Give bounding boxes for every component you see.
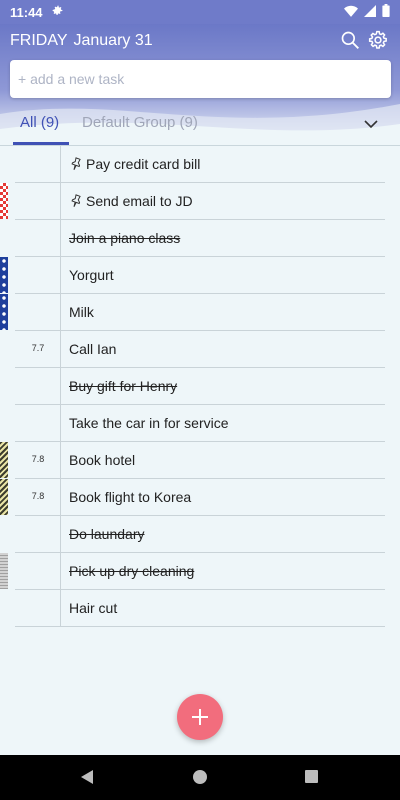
task-number: 7.7 (31, 343, 45, 353)
task-item: Pay credit card bill (69, 156, 200, 174)
column-divider (60, 516, 61, 553)
battery-icon (382, 4, 390, 20)
task-row[interactable]: 7.8 Book flight to Korea (0, 479, 400, 516)
column-divider (60, 590, 61, 627)
task-item: Book flight to Korea (69, 489, 191, 505)
task-label: Pay credit card bill (86, 156, 201, 172)
task-color-marker (0, 183, 8, 219)
task-label: Hair cut (69, 600, 118, 616)
task-row[interactable]: Pay credit card bill (0, 146, 400, 183)
task-label: Book hotel (69, 452, 136, 468)
task-label: Buy gift for Henry (69, 378, 178, 394)
column-divider (60, 146, 61, 183)
column-divider (60, 331, 61, 368)
group-tabs: All (9) Default Group (9) (0, 110, 400, 146)
status-time: 11:44 (10, 4, 43, 20)
recents-icon[interactable] (305, 770, 318, 783)
task-color-marker (0, 257, 8, 293)
system-nav-bar (0, 755, 400, 800)
task-row[interactable]: Hair cut (0, 590, 400, 627)
column-divider (60, 442, 61, 479)
date-label: January 31 (73, 32, 153, 49)
row-separator (15, 626, 385, 627)
signal-icon (364, 4, 376, 20)
task-row[interactable]: Take the car in for service (0, 405, 400, 442)
back-icon[interactable] (80, 769, 94, 790)
task-row[interactable]: 7.8 Book hotel (0, 442, 400, 479)
task-row[interactable]: Pick up dry cleaning (0, 553, 400, 590)
task-item: Call Ian (69, 341, 116, 357)
task-label: Send email to JD (86, 193, 193, 209)
search-icon[interactable] (340, 30, 360, 55)
tab-default-group[interactable]: Default Group (9) (82, 114, 198, 131)
task-item: Do laundary (69, 526, 145, 542)
plus-icon (192, 709, 208, 725)
wifi-icon (344, 5, 358, 20)
task-item: Book hotel (69, 452, 135, 468)
task-number: 7.8 (31, 491, 45, 501)
column-divider (60, 405, 61, 442)
task-list: Pay credit card bill Send email to JD Join… (0, 146, 400, 627)
date-header: FRIDAY January 31 (10, 32, 153, 50)
task-item: Send email to JD (69, 193, 193, 211)
task-item: Hair cut (69, 600, 117, 616)
task-color-marker (0, 479, 8, 515)
column-divider (60, 220, 61, 257)
column-divider (60, 257, 61, 294)
column-divider (60, 294, 61, 331)
task-label: Join a piano class (69, 230, 181, 246)
column-divider (60, 368, 61, 405)
pin-icon[interactable] (69, 157, 82, 174)
task-color-marker (0, 442, 8, 478)
task-item: Milk (69, 304, 94, 320)
task-row[interactable]: Send email to JD (0, 183, 400, 220)
task-label: Pick up dry cleaning (69, 563, 195, 579)
task-color-marker (0, 553, 8, 589)
task-item: Join a piano class (69, 230, 180, 246)
task-color-marker (0, 294, 8, 330)
gear-icon[interactable] (368, 30, 388, 55)
status-bar: 11:44 (0, 0, 400, 24)
task-label: Take the car in for service (69, 415, 229, 431)
task-item: Pick up dry cleaning (69, 563, 194, 579)
task-row[interactable]: Join a piano class (0, 220, 400, 257)
home-icon[interactable] (193, 770, 207, 784)
task-item: Take the car in for service (69, 415, 229, 431)
task-item: Buy gift for Henry (69, 378, 177, 394)
add-task-fab[interactable] (177, 694, 223, 740)
task-label: Do laundary (69, 526, 145, 542)
column-divider (60, 553, 61, 590)
tab-all[interactable]: All (9) (20, 114, 59, 131)
task-row[interactable]: 7.7 Call Ian (0, 331, 400, 368)
chevron-down-icon[interactable] (364, 116, 378, 134)
weekday-label: FRIDAY (10, 32, 68, 49)
task-item: Yorgurt (69, 267, 114, 283)
pin-icon[interactable] (69, 194, 82, 211)
task-label: Call Ian (69, 341, 117, 357)
task-row[interactable]: Milk (0, 294, 400, 331)
task-label: Milk (69, 304, 94, 320)
task-row[interactable]: Buy gift for Henry (0, 368, 400, 405)
column-divider (60, 479, 61, 516)
task-label: Book flight to Korea (69, 489, 192, 505)
task-number: 7.8 (31, 454, 45, 464)
task-label: Yorgurt (69, 267, 114, 283)
task-row[interactable]: Yorgurt (0, 257, 400, 294)
settings-icon (51, 4, 64, 20)
column-divider (60, 183, 61, 220)
add-task-input[interactable] (10, 60, 391, 98)
task-row[interactable]: Do laundary (0, 516, 400, 553)
